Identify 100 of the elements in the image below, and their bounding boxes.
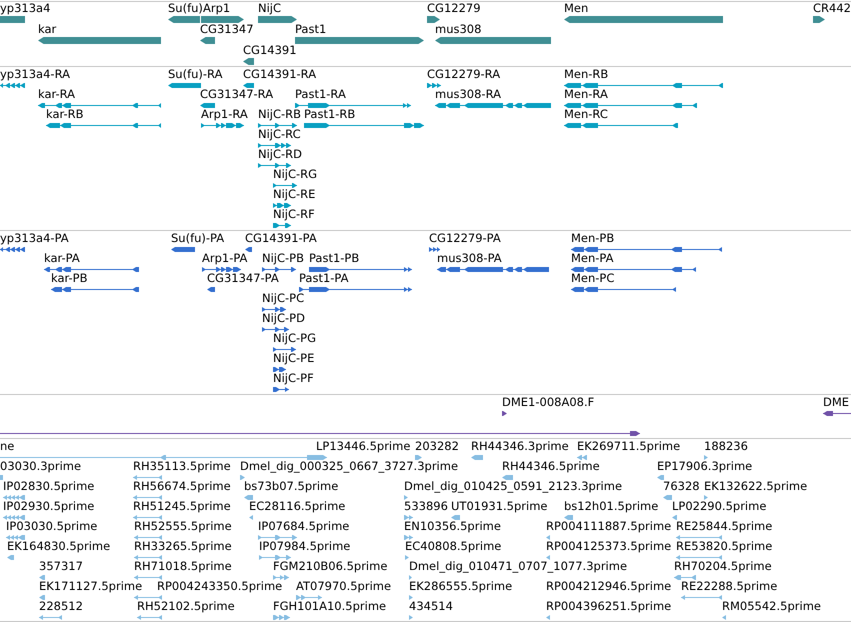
est-glyph[interactable] (0, 454, 166, 460)
est-glyph[interactable] (3, 514, 25, 520)
est-glyph[interactable] (166, 454, 327, 460)
protein-glyph[interactable] (51, 286, 139, 292)
est-glyph[interactable] (133, 474, 162, 480)
est-glyph[interactable] (471, 454, 483, 460)
protein-glyph[interactable] (571, 246, 722, 252)
clone-glyph[interactable] (502, 410, 507, 416)
est-glyph[interactable] (134, 574, 162, 580)
est-glyph[interactable] (451, 514, 460, 520)
est-glyph[interactable] (259, 554, 291, 560)
transcript-glyph[interactable] (258, 142, 291, 148)
gene-glyph[interactable] (201, 16, 244, 22)
transcript-glyph[interactable] (38, 102, 161, 108)
transcript-glyph[interactable] (273, 222, 291, 228)
gene-glyph[interactable] (200, 36, 215, 44)
transcript-glyph[interactable] (564, 122, 678, 128)
transcript-glyph[interactable] (304, 122, 424, 128)
transcript-glyph[interactable] (273, 182, 297, 188)
gene-glyph[interactable] (168, 16, 200, 22)
est-glyph[interactable] (564, 514, 573, 520)
gene-glyph[interactable] (564, 16, 723, 22)
est-glyph[interactable] (409, 574, 412, 580)
est-glyph[interactable] (134, 594, 162, 600)
protein-glyph[interactable] (571, 286, 676, 292)
gene-glyph[interactable] (0, 16, 25, 22)
protein-glyph[interactable] (309, 266, 412, 272)
est-glyph[interactable] (0, 474, 3, 480)
est-glyph[interactable] (681, 594, 722, 600)
protein-glyph[interactable] (202, 266, 241, 272)
gene-glyph[interactable] (295, 36, 424, 44)
est-glyph[interactable] (657, 474, 664, 480)
transcript-glyph[interactable] (258, 162, 291, 168)
est-glyph[interactable] (663, 494, 672, 500)
transcript-glyph[interactable] (295, 102, 411, 108)
transcript-glyph[interactable] (201, 122, 244, 128)
protein-glyph[interactable] (273, 386, 289, 392)
est-glyph[interactable] (409, 614, 413, 620)
protein-glyph[interactable] (429, 246, 440, 252)
transcript-glyph[interactable] (258, 122, 297, 128)
est-glyph[interactable] (405, 554, 409, 560)
est-glyph[interactable] (296, 594, 322, 600)
protein-glyph[interactable] (299, 286, 412, 292)
est-glyph[interactable] (415, 454, 422, 460)
protein-glyph[interactable] (262, 266, 296, 272)
est-glyph[interactable] (3, 494, 25, 500)
gene-glyph[interactable] (243, 58, 254, 64)
est-glyph[interactable] (546, 534, 550, 540)
transcript-glyph[interactable] (273, 202, 291, 208)
transcript-glyph[interactable] (243, 82, 254, 88)
transcript-glyph[interactable] (564, 82, 723, 88)
est-glyph[interactable] (133, 514, 162, 520)
est-glyph[interactable] (39, 574, 45, 580)
gene-glyph[interactable] (813, 16, 825, 22)
transcript-glyph[interactable] (564, 102, 697, 108)
protein-glyph[interactable] (273, 346, 296, 352)
est-glyph[interactable] (7, 554, 14, 560)
transcript-glyph[interactable] (0, 82, 25, 88)
protein-glyph[interactable] (437, 266, 549, 272)
est-glyph[interactable] (676, 554, 722, 560)
est-glyph[interactable] (676, 534, 722, 540)
est-glyph[interactable] (273, 614, 290, 620)
est-glyph[interactable] (134, 554, 162, 560)
est-glyph[interactable] (404, 514, 413, 520)
gene-glyph[interactable] (435, 36, 551, 44)
protein-glyph[interactable] (0, 246, 25, 252)
est-glyph[interactable] (546, 614, 550, 620)
est-glyph[interactable] (273, 574, 289, 580)
est-glyph[interactable] (674, 574, 696, 580)
est-glyph[interactable] (704, 494, 708, 500)
est-glyph[interactable] (672, 514, 677, 520)
est-glyph[interactable] (722, 614, 726, 620)
protein-glyph[interactable] (245, 246, 252, 252)
est-glyph[interactable] (546, 554, 550, 560)
protein-glyph[interactable] (44, 266, 139, 272)
clone-glyph[interactable] (823, 410, 851, 416)
protein-glyph[interactable] (171, 246, 195, 252)
transcript-glyph[interactable] (427, 82, 441, 88)
est-glyph[interactable] (134, 534, 162, 540)
transcript-glyph[interactable] (200, 102, 215, 108)
est-glyph[interactable] (244, 494, 253, 500)
protein-glyph[interactable] (571, 266, 696, 272)
est-glyph[interactable] (404, 534, 413, 540)
gene-glyph[interactable] (258, 16, 297, 22)
est-glyph[interactable] (502, 474, 513, 480)
est-glyph[interactable] (409, 594, 413, 600)
est-glyph[interactable] (258, 534, 297, 540)
est-glyph[interactable] (39, 614, 62, 620)
est-glyph[interactable] (133, 494, 162, 500)
est-glyph[interactable] (404, 494, 408, 500)
est-glyph[interactable] (249, 514, 253, 520)
est-glyph[interactable] (6, 534, 25, 540)
est-glyph[interactable] (704, 454, 708, 460)
protein-glyph[interactable] (207, 286, 215, 292)
est-glyph[interactable] (137, 614, 162, 620)
transcript-glyph[interactable] (435, 102, 551, 108)
transcript-glyph[interactable] (46, 122, 161, 128)
gene-glyph[interactable] (427, 16, 440, 22)
transcript-glyph[interactable] (168, 82, 201, 88)
clone-glyph[interactable] (0, 430, 640, 436)
